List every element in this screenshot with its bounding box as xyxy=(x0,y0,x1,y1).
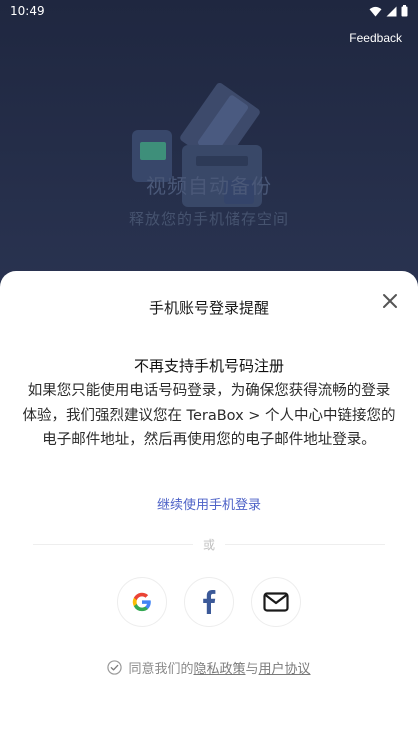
divider-line-left xyxy=(33,543,193,545)
wifi-icon xyxy=(369,6,382,16)
agreement-prefix: 同意我们的 xyxy=(128,662,194,677)
sheet-title: 手机账号登录提醒 xyxy=(148,299,269,317)
close-button[interactable] xyxy=(380,291,400,311)
or-divider: 或 xyxy=(33,536,386,552)
login-reminder-sheet: 手机账号登录提醒 不再支持手机号码注册 如果您只能使用电话号码登录，为确保您获得… xyxy=(0,271,418,744)
facebook-login-button[interactable] xyxy=(184,577,234,627)
privacy-policy-link[interactable]: 隐私政策 xyxy=(193,662,245,677)
continue-phone-login-link[interactable]: 继续使用手机登录 xyxy=(0,494,418,513)
email-login-button[interactable] xyxy=(251,577,301,627)
notice-heading: 不再支持手机号码注册 xyxy=(133,357,284,375)
signal-icon xyxy=(386,6,397,16)
status-icons xyxy=(369,5,408,17)
hero-subtitle: 释放您的手机储存空间 xyxy=(128,210,289,228)
status-time: 10:49 xyxy=(10,4,45,18)
hero-title: 视频自动备份 xyxy=(146,174,272,198)
agreement-text: 同意我们的隐私政策与用户协议 xyxy=(128,658,310,677)
facebook-icon xyxy=(203,590,216,614)
status-bar: 10:49 xyxy=(0,0,418,22)
user-agreement-link[interactable]: 用户协议 xyxy=(259,662,311,677)
divider-text: 或 xyxy=(203,537,216,552)
divider-line-right xyxy=(225,543,386,545)
agreement-conjunction: 与 xyxy=(245,662,259,677)
battery-icon xyxy=(401,5,408,17)
google-login-button[interactable] xyxy=(117,577,167,627)
close-icon xyxy=(383,294,397,308)
notice-body: 如果您只能使用电话号码登录，为确保您获得流畅的登录体验，我们强烈建议您在 Ter… xyxy=(22,383,396,448)
agreement-row: 同意我们的隐私政策与用户协议 xyxy=(0,658,418,677)
feedback-link[interactable]: Feedback xyxy=(349,31,402,45)
google-icon xyxy=(132,592,151,612)
check-circle-icon[interactable] xyxy=(107,660,123,675)
mail-icon xyxy=(263,592,289,612)
